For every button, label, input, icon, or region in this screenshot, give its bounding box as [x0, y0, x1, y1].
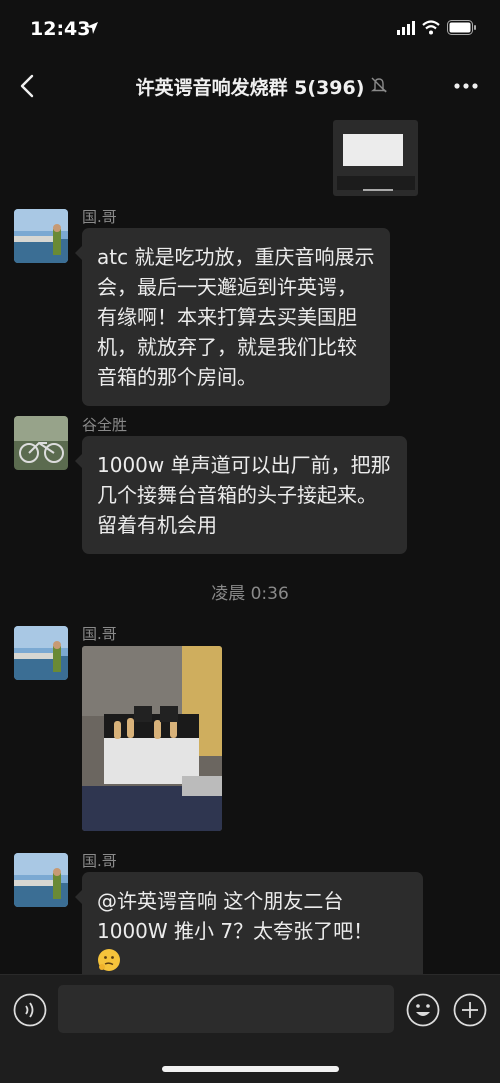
home-indicator — [162, 1066, 339, 1072]
status-time: 12:43 — [30, 18, 91, 40]
message-input[interactable] — [58, 985, 394, 1033]
message-list[interactable]: 国.哥 atc 就是吃功放，重庆音响展示会，最后一天邂逅到许英谔，有缘啊！本来打… — [0, 114, 500, 974]
more-icon[interactable] — [448, 72, 484, 100]
avatar-guquansheng[interactable] — [14, 416, 68, 470]
avatar-image — [14, 853, 68, 907]
sender-name: 谷全胜 — [82, 416, 128, 434]
avatar-guoge[interactable] — [14, 853, 68, 907]
tube-amplifier-photo[interactable] — [82, 646, 222, 831]
battery-icon — [447, 20, 476, 35]
message-bubble[interactable]: 1000w 单声道可以出厂前，把那几个接舞台音箱的头子接起来。留着有机会用 — [75, 436, 407, 554]
sender-name: 国.哥 — [82, 852, 117, 870]
message-bubble[interactable]: atc 就是吃功放，重庆音响展示会，最后一天邂逅到许英谔，有缘啊！本来打算去买美… — [75, 228, 390, 406]
sender-name: 国.哥 — [82, 208, 117, 226]
voice-input-icon[interactable] — [13, 993, 47, 1027]
location-arrow-icon — [86, 22, 98, 34]
chat-timestamp: 凌晨 0:36 — [211, 584, 289, 604]
photo-image — [82, 646, 222, 831]
avatar-image — [14, 626, 68, 680]
status-bar: 12:43 — [0, 0, 500, 58]
emoji-picker-icon[interactable] — [406, 993, 440, 1027]
thumbnail-line — [363, 189, 393, 191]
avatar-guoge[interactable] — [14, 626, 68, 680]
add-attachment-icon[interactable] — [453, 993, 487, 1027]
avatar-guoge[interactable] — [14, 209, 68, 263]
thumbnail-footer — [337, 176, 415, 190]
cellular-signal-icon — [397, 21, 415, 35]
wifi-icon — [422, 20, 440, 35]
avatar-image — [14, 209, 68, 263]
chat-title: 许英谔音响发烧群 5(396) — [135, 77, 365, 99]
thinking-emoji-icon — [98, 949, 120, 971]
thumbnail-content — [343, 134, 403, 166]
chat-header: 许英谔音响发烧群 5(396) — [0, 58, 500, 114]
message-bubble[interactable]: @许英谔音响 这个朋友二台1000W 推小 7？太夸张了吧！ — [75, 872, 423, 974]
sender-name: 国.哥 — [82, 625, 117, 643]
muted-bell-icon — [370, 77, 388, 93]
message-text: @许英谔音响 这个朋友二台1000W 推小 7？太夸张了吧！ — [97, 889, 374, 943]
shared-screenshot-thumbnail[interactable] — [333, 120, 418, 196]
avatar-image — [14, 416, 68, 470]
